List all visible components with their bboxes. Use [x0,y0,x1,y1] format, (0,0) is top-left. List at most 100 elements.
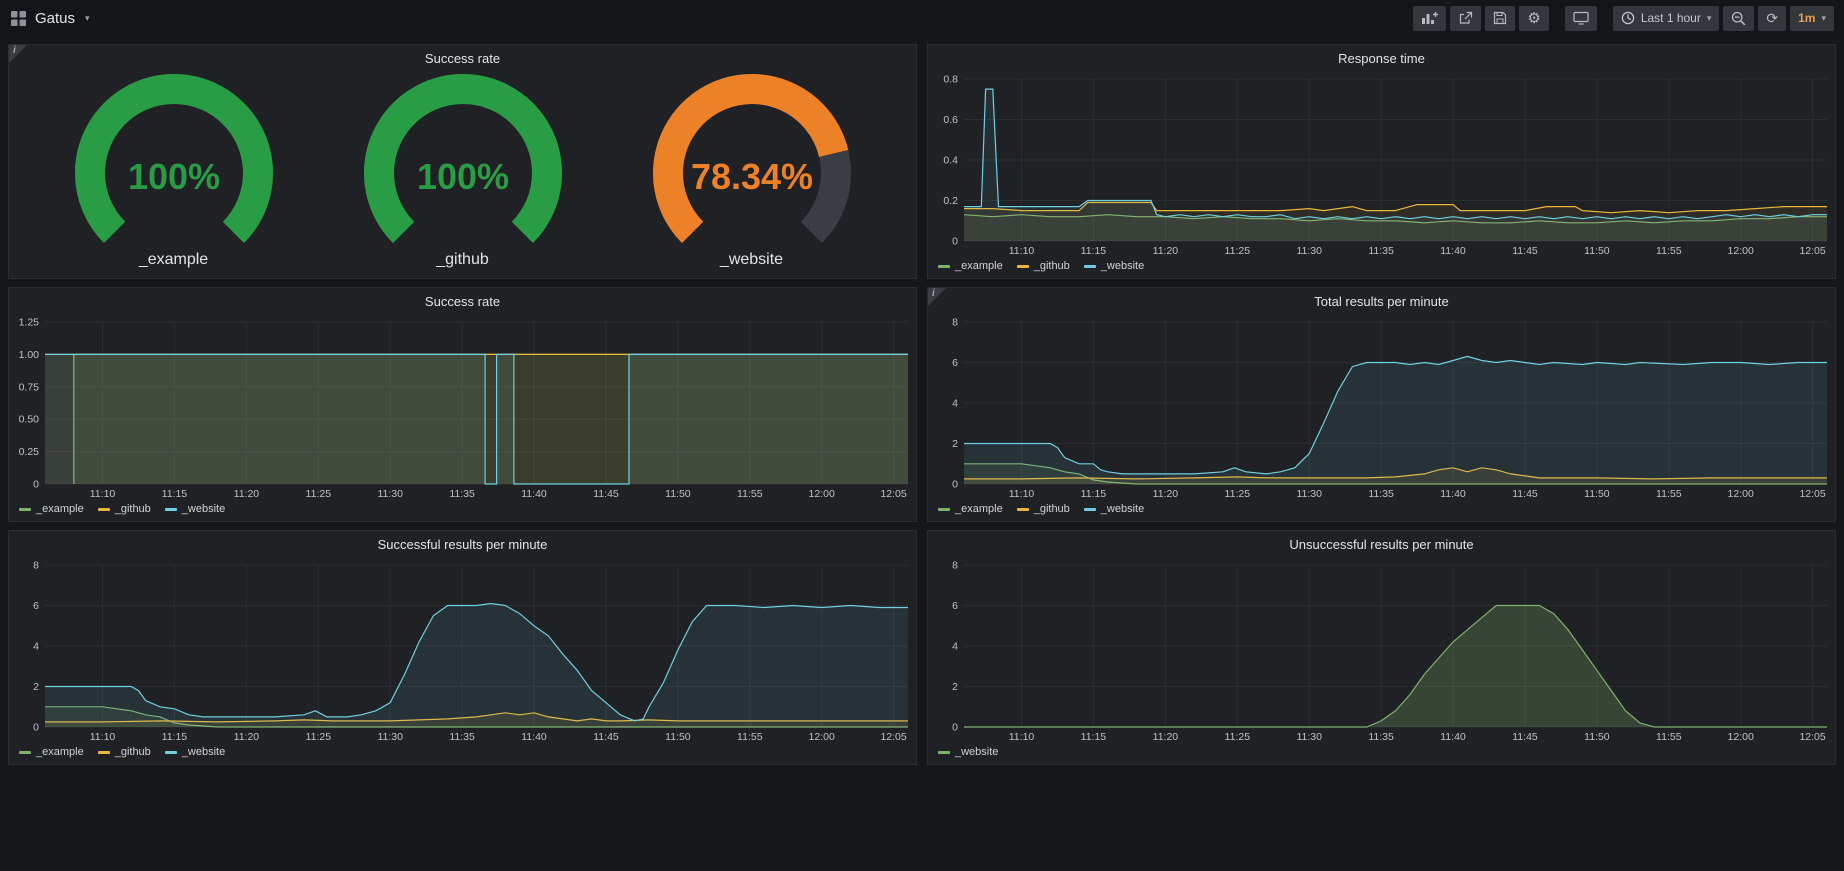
panel-title[interactable]: Response time [928,45,1835,71]
gauge-_website: 78.34% _website [627,73,877,269]
legend-swatch [938,508,950,511]
response-time-chart: 11:1011:1511:2011:2511:3011:3511:4011:45… [928,71,1835,258]
legend-item-_github[interactable]: _github [1017,503,1070,515]
svg-text:11:50: 11:50 [665,731,691,743]
svg-text:11:15: 11:15 [1081,245,1107,257]
legend-item-_github[interactable]: _github [1017,260,1070,272]
svg-text:11:20: 11:20 [234,488,260,500]
svg-text:11:30: 11:30 [377,731,403,743]
legend-label: _example [36,503,84,515]
svg-text:1.00: 1.00 [19,349,40,361]
legend-item-_example[interactable]: _example [19,746,84,758]
legend-item-_website[interactable]: _website [1084,503,1144,515]
time-range-picker[interactable]: Last 1 hour ▾ [1613,6,1720,31]
svg-text:11:50: 11:50 [1584,245,1610,257]
svg-text:11:55: 11:55 [737,488,763,500]
chevron-down-icon: ▾ [85,14,90,23]
svg-text:2: 2 [952,438,958,450]
panel-info-icon[interactable]: i [9,45,27,63]
svg-text:11:40: 11:40 [1440,488,1466,500]
panel-title[interactable]: Successful results per minute [9,531,916,557]
cycle-view-mode-button[interactable] [1565,6,1597,31]
legend-swatch [938,265,950,268]
svg-text:11:40: 11:40 [521,488,547,500]
legend-item-_website[interactable]: _website [165,503,225,515]
dashboard-settings-button[interactable]: ⚙ [1519,6,1548,31]
svg-text:11:55: 11:55 [1656,488,1682,500]
legend-label: _website [1101,503,1144,515]
svg-text:11:40: 11:40 [1440,731,1466,743]
svg-text:8: 8 [33,560,39,572]
legend-item-_github[interactable]: _github [98,746,151,758]
dashboard-picker[interactable]: Gatus ▾ [10,10,90,27]
legend-item-_example[interactable]: _example [938,260,1003,272]
chart-legend: _example _github _website [9,501,916,521]
refresh-interval-picker[interactable]: 1m ▾ [1790,6,1834,31]
svg-text:0.25: 0.25 [19,446,40,458]
svg-text:12:05: 12:05 [880,488,906,500]
legend-swatch [1084,508,1096,511]
svg-text:11:10: 11:10 [1009,731,1035,743]
legend-item-_example[interactable]: _example [19,503,84,515]
share-dashboard-button[interactable] [1450,6,1481,31]
floppy-icon [1493,11,1507,25]
svg-text:11:30: 11:30 [1296,488,1322,500]
legend-label: _example [955,503,1003,515]
legend-item-_website[interactable]: _website [1084,260,1144,272]
unsuccessful-results-chart: 11:1011:1511:2011:2511:3011:3511:4011:45… [928,557,1835,744]
svg-text:2: 2 [952,681,958,693]
svg-text:11:10: 11:10 [90,488,116,500]
svg-text:11:10: 11:10 [90,731,116,743]
bar-chart-plus-icon [1421,11,1438,25]
panel-title[interactable]: Success rate [9,288,916,314]
refresh-button[interactable]: ⟳ [1758,6,1786,31]
svg-text:11:45: 11:45 [1512,731,1538,743]
zoom-out-button[interactable] [1723,6,1754,31]
svg-text:6: 6 [952,357,958,369]
svg-text:0.75: 0.75 [19,381,40,393]
panel-title[interactable]: Total results per minute [928,288,1835,314]
panel-title[interactable]: Success rate [9,45,916,71]
svg-text:100%: 100% [127,156,219,197]
svg-text:0: 0 [952,236,958,248]
legend-item-_github[interactable]: _github [98,503,151,515]
gauge-label: _github [436,251,489,269]
svg-text:12:05: 12:05 [1799,731,1825,743]
svg-text:0.4: 0.4 [943,155,958,167]
legend-label: _website [182,746,225,758]
svg-text:4: 4 [952,398,958,410]
legend-item-_example[interactable]: _example [938,503,1003,515]
dashboards-grid-icon [10,10,27,27]
svg-text:6: 6 [952,600,958,612]
panel-info-icon[interactable]: i [928,288,946,306]
svg-text:0: 0 [33,479,39,491]
panel-response-time: Response time 11:1011:1511:2011:2511:301… [927,44,1836,279]
gauge-label: _website [720,251,783,269]
svg-text:11:55: 11:55 [1656,245,1682,257]
svg-text:12:00: 12:00 [1728,488,1754,500]
refresh-icon: ⟳ [1766,11,1778,25]
legend-label: _github [1034,503,1070,515]
panel-success-rate-gauges: i Success rate 100% _example100% _github… [8,44,917,279]
legend-item-_website[interactable]: _website [165,746,225,758]
svg-text:11:55: 11:55 [1656,731,1682,743]
add-panel-button[interactable] [1413,6,1446,31]
svg-text:0: 0 [952,479,958,491]
success-rate-chart: 11:1011:1511:2011:2511:3011:3511:4011:45… [9,314,916,501]
legend-item-_website[interactable]: _website [938,746,998,758]
svg-text:11:25: 11:25 [1225,488,1251,500]
svg-text:11:45: 11:45 [1512,245,1538,257]
save-dashboard-button[interactable] [1485,6,1515,31]
svg-text:12:05: 12:05 [1799,245,1825,257]
legend-label: _github [115,503,151,515]
svg-text:12:05: 12:05 [1799,488,1825,500]
svg-text:0: 0 [952,722,958,734]
gauge-_github: 100% _github [338,73,588,269]
svg-text:0.6: 0.6 [943,114,958,126]
panel-success-rate-timeseries: Success rate 11:1011:1511:2011:2511:3011… [8,287,917,522]
successful-results-chart: 11:1011:1511:2011:2511:3011:3511:4011:45… [9,557,916,744]
panel-title[interactable]: Unsuccessful results per minute [928,531,1835,557]
svg-text:11:50: 11:50 [1584,488,1610,500]
legend-label: _website [1101,260,1144,272]
svg-text:11:10: 11:10 [1009,245,1035,257]
